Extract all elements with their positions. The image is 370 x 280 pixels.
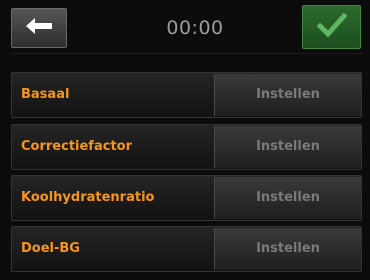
checkmark-icon bbox=[315, 12, 348, 41]
clock-time: 00:00 bbox=[166, 17, 224, 39]
confirm-button[interactable] bbox=[302, 5, 361, 49]
menu-row-label: Koolhydratenratio bbox=[21, 190, 155, 205]
settings-screen: 00:00 Basaal Instellen Correctiefactor I… bbox=[0, 0, 370, 280]
menu-row-label: Basaal bbox=[21, 87, 70, 102]
menu-row-doel-bg[interactable]: Doel-BG Instellen bbox=[11, 226, 362, 272]
arrow-left-icon bbox=[26, 18, 52, 38]
instellen-button[interactable]: Instellen bbox=[214, 177, 361, 219]
back-button[interactable] bbox=[11, 8, 67, 48]
header-divider bbox=[11, 53, 362, 54]
instellen-button[interactable]: Instellen bbox=[214, 228, 361, 270]
menu-row-koolhydratenratio[interactable]: Koolhydratenratio Instellen bbox=[11, 175, 362, 221]
menu-row-label: Doel-BG bbox=[21, 241, 80, 256]
instellen-button[interactable]: Instellen bbox=[214, 126, 361, 168]
menu-row-label: Correctiefactor bbox=[21, 139, 132, 154]
instellen-button[interactable]: Instellen bbox=[214, 74, 361, 116]
menu-row-correctiefactor[interactable]: Correctiefactor Instellen bbox=[11, 124, 362, 170]
menu-row-basaal[interactable]: Basaal Instellen bbox=[11, 72, 362, 118]
